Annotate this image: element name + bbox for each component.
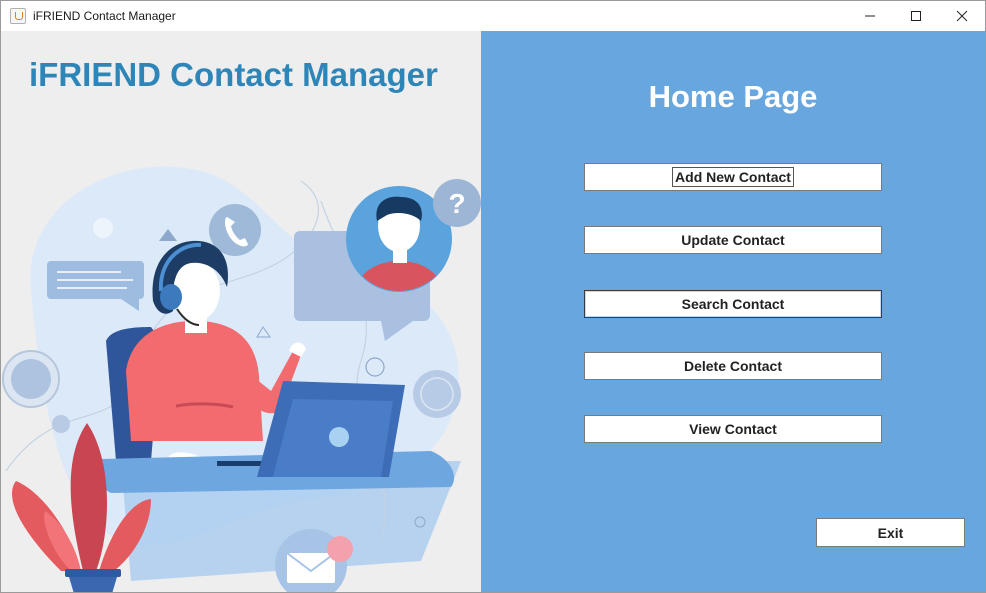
search-contact-button[interactable]: Search Contact	[584, 290, 882, 318]
decor-target	[413, 370, 461, 418]
question-icon: ?	[433, 179, 481, 227]
svg-text:?: ?	[448, 188, 465, 219]
java-app-icon	[10, 8, 26, 24]
app-window: iFRIEND Contact Manager iFRIEND Contact …	[0, 0, 986, 593]
delete-contact-button[interactable]: Delete Contact	[584, 352, 882, 380]
exit-button[interactable]: Exit	[816, 518, 965, 547]
page-title: Home Page	[648, 79, 818, 114]
brand-title: iFRIEND Contact Manager	[29, 56, 438, 93]
update-contact-label: Update Contact	[681, 232, 785, 248]
add-new-contact-label: Add New Contact	[672, 167, 794, 187]
decor-circle	[93, 218, 113, 238]
decor-target-inner	[11, 359, 51, 399]
window-controls	[847, 1, 985, 31]
decor-circle	[52, 415, 70, 433]
window-title: iFRIEND Contact Manager	[33, 9, 176, 23]
minimize-button[interactable]	[847, 1, 893, 31]
close-button[interactable]	[939, 1, 985, 31]
add-new-contact-button[interactable]: Add New Contact	[584, 163, 882, 191]
maximize-button[interactable]	[893, 1, 939, 31]
close-icon	[956, 10, 968, 22]
view-contact-button[interactable]: View Contact	[584, 415, 882, 443]
delete-contact-label: Delete Contact	[683, 358, 783, 374]
view-contact-label: View Contact	[689, 421, 777, 437]
maximize-icon	[911, 11, 921, 21]
search-contact-label: Search Contact	[681, 296, 785, 312]
minimize-icon	[865, 15, 875, 17]
laptop-icon	[257, 381, 405, 477]
update-contact-button[interactable]: Update Contact	[584, 226, 882, 254]
right-panel: Home Page Add New Contact Update Contact…	[481, 31, 985, 592]
left-panel: iFRIEND Contact Manager ?	[1, 31, 481, 592]
exit-label: Exit	[877, 524, 904, 541]
mail-icon	[275, 529, 353, 592]
customer-support-illustration: ?	[2, 166, 481, 592]
title-bar[interactable]: iFRIEND Contact Manager	[1, 1, 985, 31]
